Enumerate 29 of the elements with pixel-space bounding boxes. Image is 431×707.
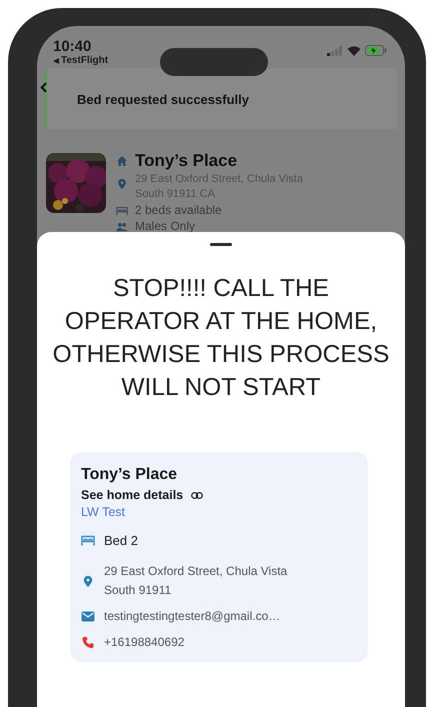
card-phone-text: +16198840692 (104, 634, 186, 651)
sheet-handle[interactable] (210, 243, 232, 246)
warning-title: STOP!!!! CALL THE OPERATOR AT THE HOME, OTHERWISE THIS PROCESS WILL NOT START (52, 274, 390, 403)
home-name: Tony’s Place (135, 151, 238, 171)
house-icon (116, 155, 128, 167)
back-to-app-link[interactable]: TestFlight (61, 55, 108, 67)
card-subtitle: LW Test (81, 505, 126, 519)
bed-icon (81, 534, 95, 547)
signal-icon (327, 46, 343, 56)
bed-icon (116, 204, 128, 216)
card-email-text: testingtestingtester8@gmail.co… (104, 608, 282, 625)
card-home-name: Tony’s Place (81, 466, 178, 484)
wifi-icon (347, 45, 361, 56)
back-chevron-icon[interactable] (40, 82, 47, 93)
status-time: 10:40 (53, 38, 92, 55)
phone-icon (81, 636, 95, 649)
gender-restriction: Males Only (135, 219, 196, 234)
location-pin-icon (81, 574, 95, 588)
beds-available: 2 beds available (135, 203, 222, 218)
see-home-details-link[interactable]: See home details (81, 488, 184, 502)
toast-message: Bed requested successfully (77, 92, 249, 106)
battery-icon (365, 45, 387, 56)
location-pin-icon (116, 178, 128, 190)
people-icon (116, 220, 128, 232)
card-bed-text: Bed 2 (104, 532, 139, 550)
back-triangle-icon (53, 58, 59, 64)
card-location-text: 29 East Oxford Street, Chula Vista South 91911 (104, 563, 288, 599)
envelope-icon (81, 610, 95, 623)
link-icon (191, 492, 204, 498)
